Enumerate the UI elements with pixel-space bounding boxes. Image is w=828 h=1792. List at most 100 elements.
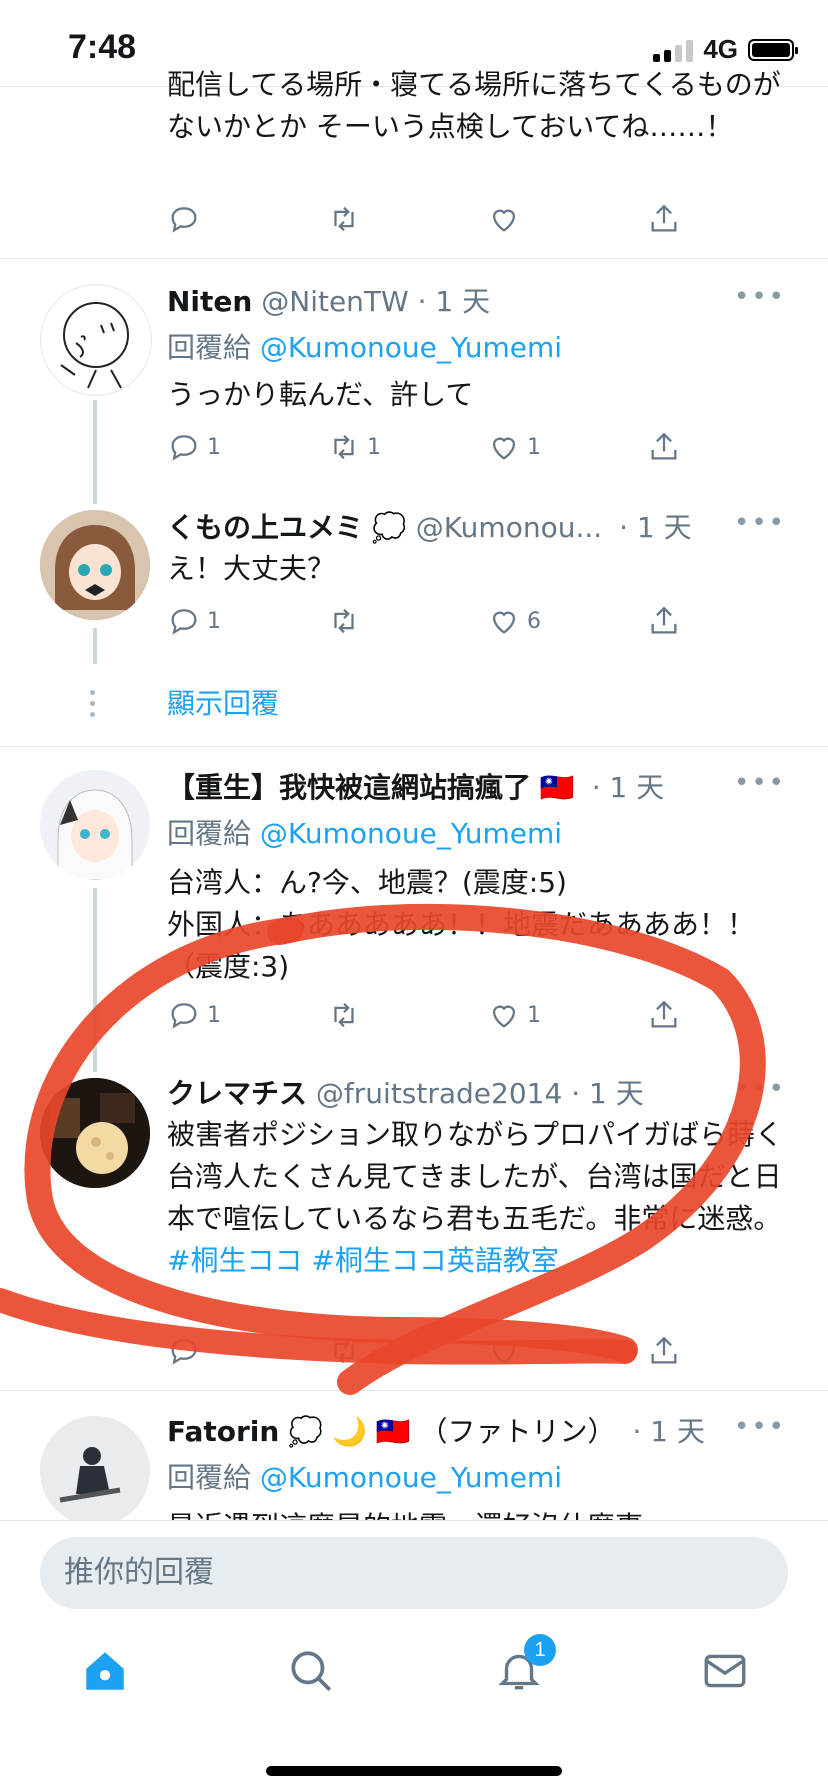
reply-context: 回覆給 @Kumonoue_Yumemi: [167, 817, 563, 850]
like-button[interactable]: 6: [487, 604, 541, 638]
home-icon: [86, 1652, 124, 1690]
battery-icon: [748, 38, 798, 61]
like-button[interactable]: 1: [487, 430, 541, 464]
share-button[interactable]: [647, 430, 681, 464]
user-handle[interactable]: @fruitstrade2014: [316, 1077, 562, 1110]
reply-button[interactable]: 1: [167, 604, 221, 638]
tweet-time: · 1 天: [619, 511, 692, 544]
more-icon[interactable]: •••: [734, 1412, 786, 1442]
retweet-button[interactable]: [327, 202, 361, 236]
reply-button[interactable]: 1: [167, 998, 221, 1032]
hashtags[interactable]: #桐生ココ #桐生ココ英語教室: [167, 1240, 797, 1282]
display-name[interactable]: くもの上ユメミ: [167, 511, 363, 544]
reply-count: 1: [207, 434, 221, 460]
tweet-time: · 1 天: [591, 771, 665, 804]
like-button[interactable]: [487, 1334, 521, 1368]
tweet-actions: [167, 1334, 687, 1374]
display-name[interactable]: クレマチス: [167, 1077, 307, 1110]
retweet-count: 1: [367, 434, 381, 460]
reply-icon: [171, 1339, 197, 1365]
reply-count: 1: [207, 608, 221, 634]
notifications-tab[interactable]: 1: [494, 1634, 556, 1696]
tweet-text: うっかり転んだ、許して: [167, 378, 474, 411]
user-handle[interactable]: @Kumonou...: [416, 511, 602, 544]
status-indicators: 4G: [653, 34, 798, 65]
retweet-button[interactable]: [327, 604, 361, 638]
tweet-text: 台湾人：ん?今、地震？(震度:5) 外国人：ああああああ！！地震だああああ！！（…: [167, 862, 797, 988]
reply-to-link[interactable]: @Kumonoue_Yumemi: [260, 331, 562, 364]
tweet-text-line: 外国人：ああああああ！！地震だああああ！！（震度:3): [167, 908, 756, 983]
display-name[interactable]: 【重生】我快被這網站搞瘋了: [167, 771, 531, 804]
retweet-icon: [334, 1338, 354, 1364]
reply-compose-input[interactable]: 推你的回覆: [40, 1537, 788, 1609]
tweet-actions: 1 6: [167, 604, 687, 644]
name-emoji: 💭 🌙 🇹🇼: [288, 1415, 411, 1448]
signal-icon: [653, 38, 694, 62]
avatar[interactable]: [40, 770, 150, 880]
user-handle[interactable]: @NitenTW: [261, 285, 408, 318]
name-emoji: 💭: [371, 511, 407, 544]
reply-button[interactable]: 1: [167, 430, 221, 464]
display-name[interactable]: Fatorin: [167, 1415, 279, 1448]
tweet-header: Fatorin 💭 🌙 🇹🇼 （ファトリン） · 1 天: [167, 1410, 705, 1450]
heart-icon: [492, 1341, 516, 1364]
thread-line: [93, 400, 97, 504]
retweet-icon: [334, 608, 354, 634]
reply-to-link[interactable]: @Kumonoue_Yumemi: [260, 817, 562, 850]
tweet-header: くもの上ユメミ 💭 @Kumonou... · 1 天: [167, 506, 692, 546]
tweet-divider: [0, 1390, 828, 1391]
sketch-face-icon: [60, 302, 129, 389]
name-emoji: 🇹🇼: [539, 771, 575, 804]
avatar[interactable]: [40, 284, 152, 396]
retweet-button[interactable]: 1: [327, 430, 381, 464]
avatar[interactable]: [40, 1078, 150, 1188]
heart-icon: [492, 209, 516, 232]
tweet-time: · 1 天: [632, 1415, 705, 1448]
search-tab[interactable]: [286, 1646, 336, 1696]
share-button[interactable]: [647, 998, 681, 1032]
retweet-icon: [334, 434, 354, 460]
reply-icon: [171, 207, 197, 233]
snowboarder-photo-icon: [40, 1416, 150, 1526]
more-icon[interactable]: •••: [734, 1074, 786, 1104]
tweet-divider: [0, 258, 828, 259]
reply-button[interactable]: [167, 202, 201, 236]
share-icon: [651, 606, 677, 634]
like-button[interactable]: 1: [487, 998, 541, 1032]
reply-button[interactable]: [167, 1334, 201, 1368]
more-icon[interactable]: •••: [734, 282, 786, 312]
share-button[interactable]: [647, 1334, 681, 1368]
thread-dots: [90, 690, 96, 723]
moon-lamp-photo-icon: [40, 1078, 150, 1188]
white-hair-character-icon: [40, 770, 150, 880]
reply-count: 1: [207, 1002, 221, 1028]
more-icon[interactable]: •••: [734, 508, 786, 538]
tweet-actions: 1 1 1: [167, 430, 687, 470]
reply-icon: [171, 435, 197, 461]
avatar[interactable]: [40, 510, 150, 620]
retweet-button[interactable]: [327, 998, 361, 1032]
network-type: 4G: [703, 34, 738, 64]
heart-icon: [492, 611, 516, 634]
reply-to-link[interactable]: @Kumonoue_Yumemi: [260, 1461, 562, 1494]
more-icon[interactable]: •••: [734, 768, 786, 798]
bottom-tab-bar: 1: [0, 1630, 828, 1730]
heart-icon: [492, 1005, 516, 1028]
tweet-header: クレマチス @fruitstrade2014 · 1 天: [167, 1072, 644, 1112]
retweet-button[interactable]: [327, 1334, 361, 1368]
like-count: 1: [527, 1002, 541, 1028]
share-button[interactable]: [647, 202, 681, 236]
retweet-icon: [334, 206, 354, 232]
display-name[interactable]: Niten: [167, 285, 252, 318]
avatar[interactable]: [40, 1416, 150, 1526]
show-replies-link[interactable]: 顯示回覆: [167, 682, 279, 722]
like-count: 1: [527, 434, 541, 460]
share-icon: [651, 1000, 677, 1028]
home-tab[interactable]: [80, 1646, 130, 1696]
tweet-divider: [0, 746, 828, 747]
search-icon: [291, 1651, 332, 1692]
display-name-suffix: （ファトリン）: [419, 1415, 616, 1448]
messages-tab[interactable]: [700, 1646, 750, 1696]
like-button[interactable]: [487, 202, 521, 236]
share-button[interactable]: [647, 604, 681, 638]
